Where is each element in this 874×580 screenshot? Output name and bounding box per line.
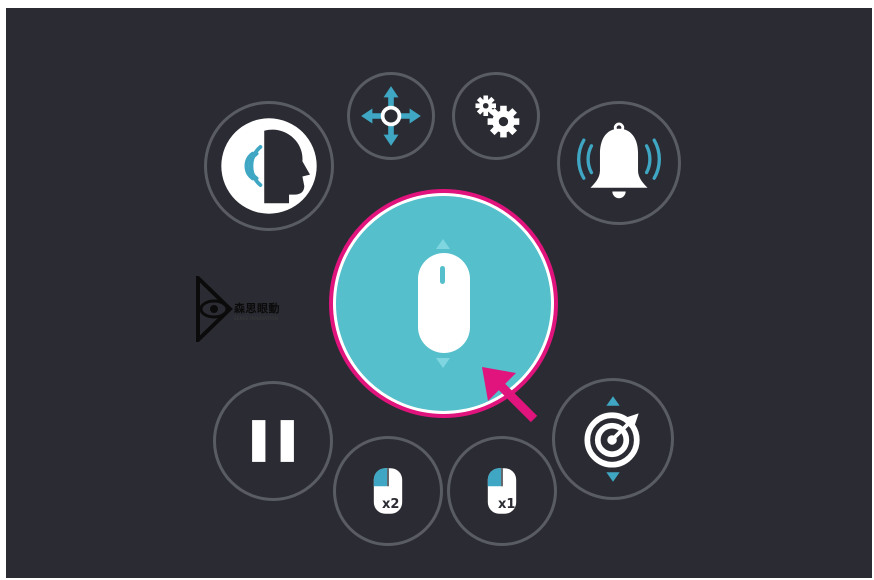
brand-name: 森思眼動 — [234, 302, 280, 315]
eye-logo-icon — [196, 276, 233, 342]
target-button[interactable] — [552, 378, 674, 500]
brand-subtitle: SENSE INNOVATION — [234, 316, 279, 321]
double-click-button[interactable]: x2 — [333, 436, 443, 546]
mouse-double-click-icon — [373, 468, 403, 514]
voice-button[interactable] — [204, 101, 334, 231]
single-click-button[interactable]: x1 — [447, 436, 557, 546]
single-click-label: x1 — [498, 497, 516, 512]
bell-icon — [577, 122, 661, 199]
move-button[interactable] — [347, 72, 435, 160]
settings-button[interactable] — [452, 72, 540, 160]
move-arrows-icon — [361, 86, 421, 146]
pink-arrow-pointer — [482, 367, 538, 423]
alert-button[interactable] — [557, 101, 681, 225]
pause-icon — [252, 420, 294, 462]
gears-icon — [475, 95, 520, 138]
target-precision-icon — [584, 396, 640, 482]
voice-icon — [221, 118, 317, 214]
double-click-label: x2 — [382, 497, 400, 512]
eye-control-panel: 森思眼動 SENSE INNOVATION x2 x1 — [6, 8, 872, 578]
pause-button[interactable] — [213, 381, 333, 501]
mouse-single-click-icon — [487, 468, 517, 514]
brand-logo: 森思眼動 SENSE INNOVATION — [194, 276, 334, 342]
